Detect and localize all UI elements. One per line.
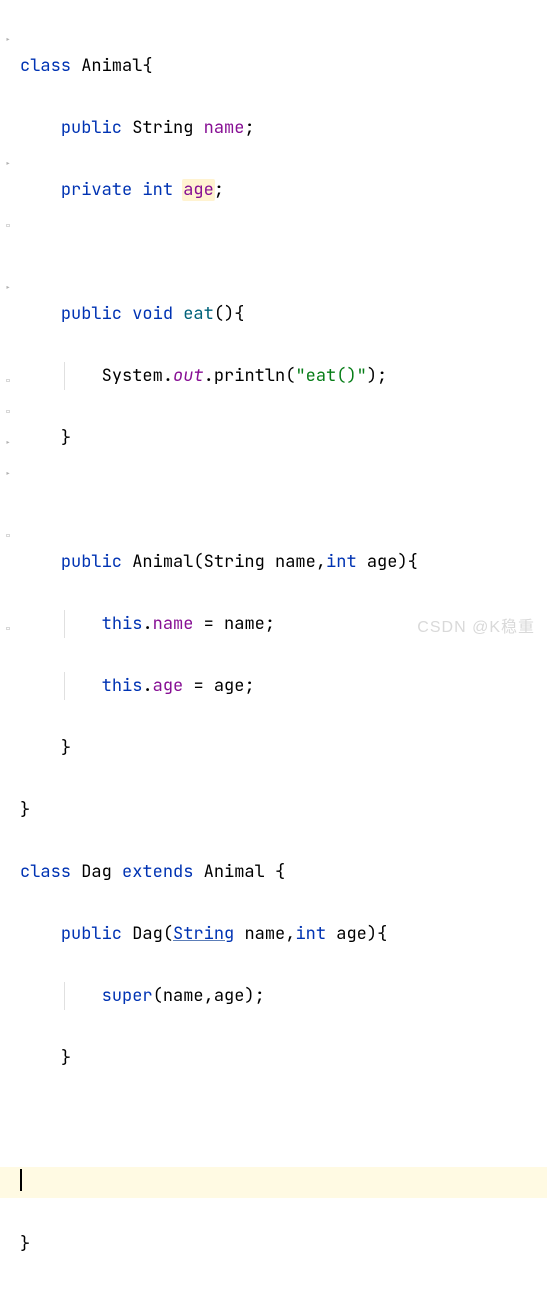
code-line: } (20, 1229, 418, 1260)
code-line: } (20, 795, 418, 826)
code-line: public Dag(String name,int age){ (20, 919, 418, 950)
code-line: public void eat(){ (20, 299, 418, 330)
fold-end-icon[interactable]: ▫ (5, 520, 15, 530)
code-line: this.name = name; (20, 609, 418, 640)
fold-end-icon[interactable]: ▫ (5, 210, 15, 220)
code-line (20, 1167, 418, 1198)
fold-icon[interactable]: ▸ (5, 458, 15, 468)
code-line: System.out.println("eat()"); (20, 361, 418, 392)
code-line: } (20, 1043, 418, 1074)
code-line: } (20, 733, 418, 764)
code-line: class Dag extends Animal { (20, 857, 418, 888)
fold-end-icon[interactable]: ▫ (5, 396, 15, 406)
fold-icon[interactable]: ▸ (5, 24, 15, 34)
code-line (20, 1105, 418, 1136)
code-line: private int age; (20, 175, 418, 206)
fold-end-icon[interactable]: ▫ (5, 365, 15, 375)
code-line: class Animal{ (20, 51, 418, 82)
code-line: public String name; (20, 113, 418, 144)
code-line (20, 237, 418, 268)
fold-icon[interactable]: ▸ (5, 427, 15, 437)
code-line: super(name,age); (20, 981, 418, 1012)
code-line: } (20, 423, 418, 454)
code-line: public Animal(String name,int age){ (20, 547, 418, 578)
fold-icon[interactable]: ▸ (5, 272, 15, 282)
code-line: this.age = age; (20, 671, 418, 702)
editor-gutter: ▸ ▸ ▫ ▸ ▫ ▫ ▸ ▸ ▫ ▫ (0, 0, 20, 653)
fold-end-icon[interactable]: ▫ (5, 613, 15, 623)
watermark: CSDN @K稳重 (417, 612, 535, 643)
code-line (20, 485, 418, 516)
code-editor[interactable]: class Animal{ public String name; privat… (20, 20, 418, 1291)
text-caret (20, 1169, 22, 1191)
fold-icon[interactable]: ▸ (5, 148, 15, 158)
